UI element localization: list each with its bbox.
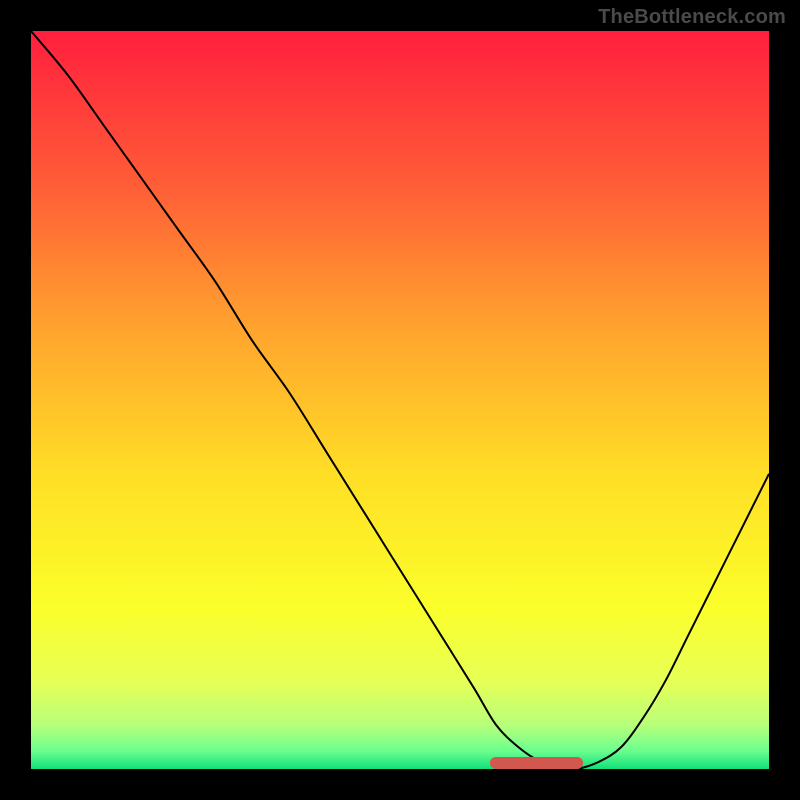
plot-background: [31, 31, 769, 769]
bottleneck-chart: [0, 0, 800, 800]
watermark-text: TheBottleneck.com: [598, 6, 786, 29]
chart-stage: TheBottleneck.com: [0, 0, 800, 800]
